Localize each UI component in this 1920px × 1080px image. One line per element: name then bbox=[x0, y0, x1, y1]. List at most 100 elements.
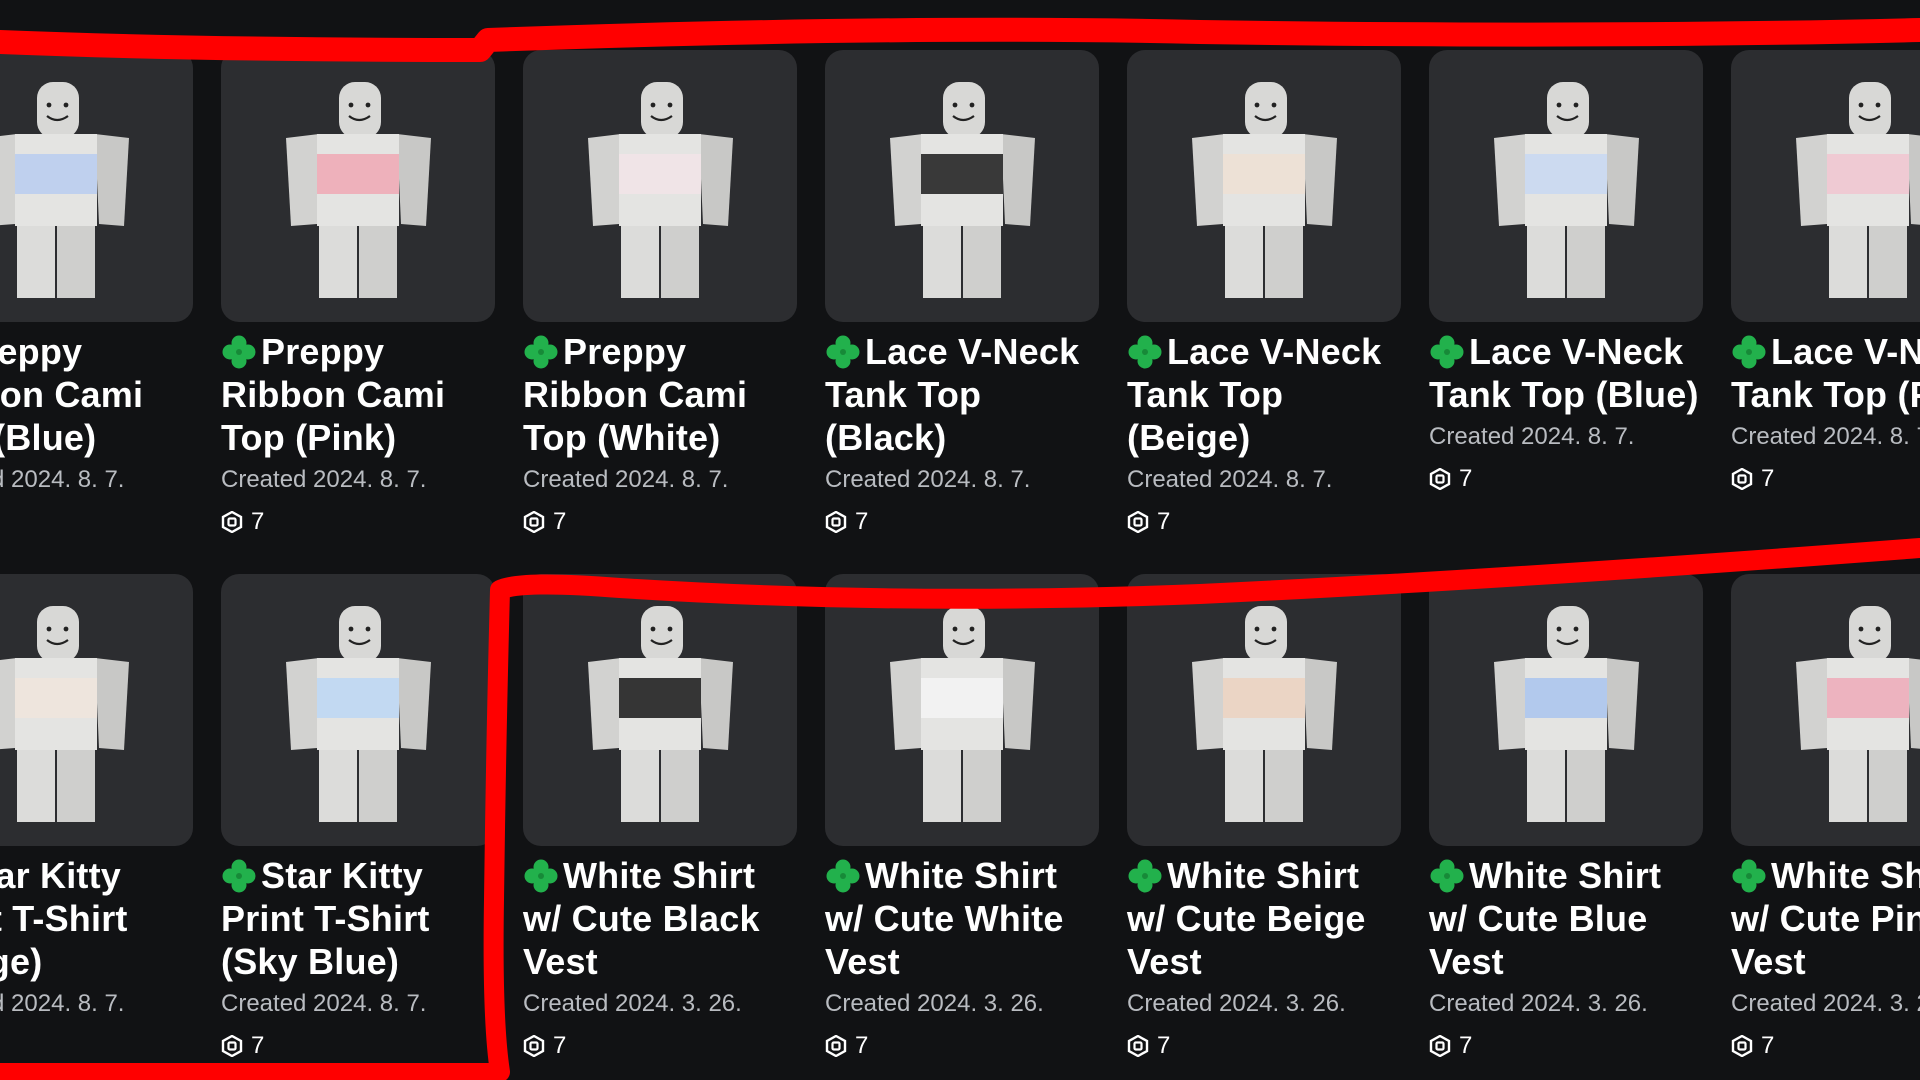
item-price-value: 7 bbox=[1157, 1032, 1171, 1059]
item-created-date: Created 2024. 8. 7. bbox=[221, 466, 427, 493]
item-price-value: 7 bbox=[1761, 1032, 1775, 1059]
catalog-item-card[interactable]: White Shirt w/ Cute Blue Vest Created 2024.… bbox=[1429, 574, 1703, 1060]
robux-icon bbox=[1127, 511, 1149, 533]
catalog-item-card[interactable]: White Shirt w/ Cute Black Vest Created 2024… bbox=[523, 574, 797, 1060]
avatar-preview-image bbox=[1796, 606, 1920, 822]
avatar-preview-image bbox=[1192, 606, 1337, 822]
item-name[interactable]: Preppy Ribbon Cami Top (White) bbox=[523, 330, 797, 459]
item-name-line: w/ Cute White bbox=[825, 898, 1064, 939]
item-name-line: Ribbon Cami bbox=[221, 374, 446, 415]
item-thumbnail[interactable] bbox=[523, 50, 797, 322]
catalog-item-card[interactable]: Lace V-Neck Tank Top (Black) Created 2024.… bbox=[825, 50, 1099, 536]
item-price-value: 7 bbox=[1761, 465, 1775, 492]
item-price: 7 bbox=[221, 508, 495, 536]
item-thumbnail[interactable] bbox=[0, 574, 193, 846]
item-thumbnail[interactable] bbox=[1127, 574, 1401, 846]
catalog-item-card[interactable]: White Shirt w/ Cute Beige Vest Created 2024… bbox=[1127, 574, 1401, 1060]
item-name-line: w/ Cute Black bbox=[523, 898, 760, 939]
clover-icon bbox=[1732, 335, 1766, 369]
avatar-preview-image bbox=[588, 606, 733, 822]
item-name[interactable]: Lace V-NeckTank Top (Pink) bbox=[1731, 330, 1920, 416]
item-thumbnail[interactable] bbox=[1731, 574, 1920, 846]
item-name-line: Lace V-Neck bbox=[1469, 331, 1684, 372]
item-name-line: White Shirt bbox=[865, 855, 1058, 896]
item-thumbnail[interactable] bbox=[825, 50, 1099, 322]
item-name-line: Lace V-Neck bbox=[1167, 331, 1382, 372]
item-name[interactable]: White Shirt w/ Cute Blue Vest bbox=[1429, 854, 1703, 983]
avatar-preview-image bbox=[1494, 82, 1639, 298]
catalog-item-card[interactable]: Star KittyPrint T-Shirt(Beige) Created 20… bbox=[0, 574, 193, 1060]
item-created-date: Created 2024. 8. 7. bbox=[1731, 423, 1920, 450]
item-price: 7 bbox=[0, 508, 193, 536]
item-thumbnail[interactable] bbox=[1429, 50, 1703, 322]
item-name[interactable]: Lace V-Neck Tank Top (Beige) bbox=[1127, 330, 1401, 459]
item-name[interactable]: White Shirt w/ Cute Beige Vest bbox=[1127, 854, 1401, 983]
item-price: 7 bbox=[1127, 508, 1401, 536]
item-name-line: Top (Pink) bbox=[221, 417, 397, 458]
clover-icon bbox=[1732, 859, 1766, 893]
item-thumbnail[interactable] bbox=[0, 50, 193, 322]
item-name[interactable]: White Shirt w/ Cute White Vest bbox=[825, 854, 1099, 983]
item-name-line: White Shirt bbox=[563, 855, 756, 896]
item-price-value: 7 bbox=[553, 508, 567, 535]
item-name-line: Tank Top (Black) bbox=[825, 374, 982, 458]
item-price: 7 bbox=[0, 1032, 193, 1060]
item-thumbnail[interactable] bbox=[1127, 50, 1401, 322]
item-name-line: Vest bbox=[523, 941, 598, 982]
item-price: 7 bbox=[523, 1032, 797, 1060]
robux-icon bbox=[1429, 1035, 1451, 1057]
item-name-line: Tank Top (Blue) bbox=[1429, 374, 1699, 415]
avatar-preview-image bbox=[1192, 82, 1337, 298]
item-price: 7 bbox=[1429, 465, 1703, 493]
clover-icon bbox=[826, 335, 860, 369]
avatar-preview-image bbox=[588, 82, 733, 298]
item-name[interactable]: Star KittyPrint T-Shirt(Beige) bbox=[0, 854, 193, 983]
item-name[interactable]: White Shirt w/ Cute Black Vest bbox=[523, 854, 797, 983]
item-name-line: Vest bbox=[825, 941, 900, 982]
item-name[interactable]: White Shirtw/ Cute PinkVest bbox=[1731, 854, 1920, 983]
item-thumbnail[interactable] bbox=[221, 50, 495, 322]
item-name-line: Preppy bbox=[261, 331, 385, 372]
item-name-line: Preppy bbox=[563, 331, 687, 372]
catalog-grid: PreppyRibbon CamiTop (Blue) Created 2024.… bbox=[0, 0, 1920, 1080]
item-name[interactable]: Lace V-Neck Tank Top (Blue) bbox=[1429, 330, 1703, 416]
item-name-line: Vest bbox=[1127, 941, 1202, 982]
item-name-line: White Shirt bbox=[1167, 855, 1360, 896]
item-name[interactable]: Lace V-Neck Tank Top (Black) bbox=[825, 330, 1099, 459]
item-name[interactable]: Star Kitty Print T-Shirt (Sky Blue) bbox=[221, 854, 495, 983]
avatar-preview-image bbox=[890, 82, 1035, 298]
avatar-preview-image bbox=[286, 606, 431, 822]
catalog-item-card[interactable]: Preppy Ribbon Cami Top (White) Created 2024… bbox=[523, 50, 797, 536]
item-price-value: 7 bbox=[251, 1032, 265, 1059]
clover-icon bbox=[1128, 859, 1162, 893]
robux-icon bbox=[221, 511, 243, 533]
robux-icon bbox=[221, 1035, 243, 1057]
catalog-item-card[interactable]: White Shirtw/ Cute PinkVest Created 2024.… bbox=[1731, 574, 1920, 1060]
catalog-item-card[interactable]: Lace V-Neck Tank Top (Blue) Created 2024. … bbox=[1429, 50, 1703, 493]
catalog-item-card[interactable]: White Shirt w/ Cute White Vest Created 2024… bbox=[825, 574, 1099, 1060]
robux-icon bbox=[825, 511, 847, 533]
catalog-item-card[interactable]: Preppy Ribbon Cami Top (Pink) Created 2024.… bbox=[221, 50, 495, 536]
catalog-item-card[interactable]: Lace V-Neck Tank Top (Beige) Created 2024. … bbox=[1127, 50, 1401, 536]
item-name-line: Preppy bbox=[0, 331, 83, 372]
item-thumbnail[interactable] bbox=[523, 574, 797, 846]
item-name-line: Lace V-Neck bbox=[1771, 331, 1920, 372]
item-thumbnail[interactable] bbox=[221, 574, 495, 846]
item-name[interactable]: Preppy Ribbon Cami Top (Pink) bbox=[221, 330, 495, 459]
avatar-preview-image bbox=[1796, 82, 1920, 298]
catalog-item-card[interactable]: PreppyRibbon CamiTop (Blue) Created 2024.… bbox=[0, 50, 193, 536]
item-name-line: Tank Top bbox=[1127, 374, 1284, 415]
item-thumbnail[interactable] bbox=[1429, 574, 1703, 846]
robux-icon bbox=[1429, 468, 1451, 490]
catalog-item-card[interactable]: Star Kitty Print T-Shirt (Sky Blue) Created… bbox=[221, 574, 495, 1060]
robux-icon bbox=[523, 1035, 545, 1057]
item-name[interactable]: PreppyRibbon CamiTop (Blue) bbox=[0, 330, 193, 459]
robux-icon bbox=[1731, 1035, 1753, 1057]
item-name-line: w/ Cute Beige bbox=[1127, 898, 1366, 939]
item-thumbnail[interactable] bbox=[1731, 50, 1920, 322]
item-price: 7 bbox=[825, 1032, 1099, 1060]
avatar-preview-image bbox=[0, 606, 129, 822]
item-thumbnail[interactable] bbox=[825, 574, 1099, 846]
catalog-item-card[interactable]: Lace V-NeckTank Top (Pink) Created 2024. … bbox=[1731, 50, 1920, 493]
item-created-date: Created 2024. 8. 7. bbox=[0, 990, 125, 1017]
